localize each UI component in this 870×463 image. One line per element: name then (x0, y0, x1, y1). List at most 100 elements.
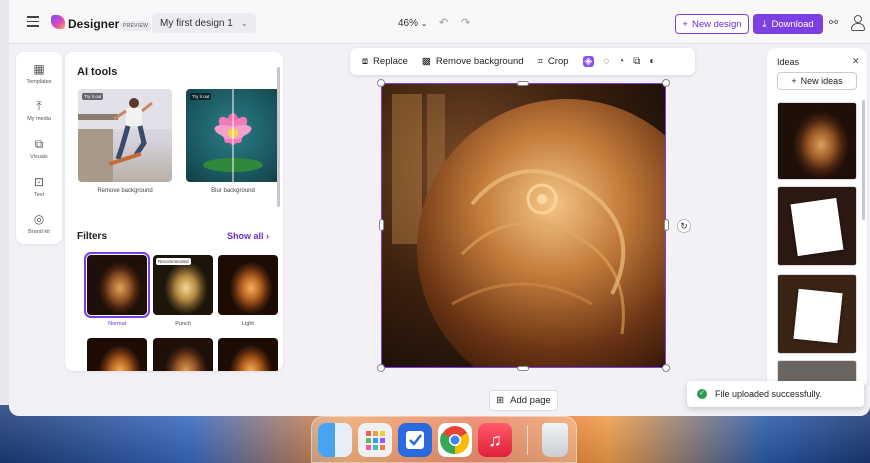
templates-icon: ▦ (33, 62, 45, 76)
resize-handle[interactable] (662, 364, 670, 372)
effects-icon[interactable]: ◈ (582, 56, 595, 67)
trash-icon[interactable] (542, 423, 568, 457)
resize-handle[interactable] (517, 81, 529, 86)
resize-handle[interactable] (664, 219, 669, 231)
brand-kit-icon: ◎ (33, 212, 45, 226)
panel-scrollbar[interactable] (277, 67, 280, 207)
new-ideas-label: New ideas (800, 76, 843, 86)
finder-icon[interactable] (318, 423, 352, 457)
crop-icon: ⌗ (537, 56, 543, 67)
resize-handle[interactable] (662, 79, 670, 87)
left-rail: ▦ Templates ⤒ My media ⧉ Visuals ⊡ Text … (16, 52, 62, 244)
music-icon[interactable]: ♫ (478, 423, 512, 457)
chrome-icon[interactable] (438, 423, 472, 457)
undo-icon[interactable]: ↶ (439, 16, 448, 29)
rail-item-visuals[interactable]: ⧉ Visuals (16, 137, 62, 160)
plus-icon: + (791, 76, 797, 86)
plus-icon: + (682, 18, 688, 30)
music-note-glyph: ♫ (488, 430, 502, 450)
zoom-value: 46% (398, 18, 419, 29)
filter-punch[interactable]: Recommended (153, 255, 213, 315)
text-icon: ⊡ (33, 175, 45, 189)
remove-background-card[interactable]: Try it out (78, 89, 172, 182)
replace-icon: ⧈ (362, 56, 369, 67)
adjust-icon[interactable]: ◔ (618, 56, 624, 67)
launchpad-grid (366, 431, 385, 450)
share-icon[interactable]: ⚯ (829, 16, 838, 29)
lasso-icon[interactable]: ◌ (603, 56, 609, 67)
resize-handle[interactable] (377, 79, 385, 87)
recommended-badge: Recommended (156, 258, 191, 265)
resize-handle[interactable] (517, 366, 529, 371)
crop-label: Crop (547, 56, 569, 67)
add-page-icon: ⊞ (496, 395, 505, 406)
rail-item-my-media[interactable]: ⤒ My media (16, 99, 62, 122)
macos-dock: ♫ (311, 416, 577, 463)
lotus-image (203, 89, 263, 182)
skateboarder-image (78, 89, 172, 182)
blur-background-card[interactable]: Try it out (186, 89, 280, 182)
rail-item-label: Brand kit (28, 229, 50, 235)
rail-item-templates[interactable]: ▦ Templates (16, 62, 62, 85)
filter-thumbnail[interactable] (153, 338, 213, 371)
menu-icon[interactable] (27, 16, 39, 27)
show-all-link[interactable]: Show all › (227, 231, 269, 241)
layers-icon[interactable]: ⧉ (633, 56, 640, 67)
chevron-down-icon: ⌄ (240, 18, 248, 28)
filter-thumbnail[interactable] (218, 338, 278, 371)
replace-label: Replace (373, 56, 408, 67)
resize-handle[interactable] (379, 219, 384, 231)
contrast-icon[interactable]: ◐ (649, 56, 655, 67)
rail-item-label: Visuals (30, 154, 48, 160)
remove-background-label: Remove background (97, 188, 153, 194)
filter-light[interactable] (218, 255, 278, 315)
crop-button[interactable]: ⌗ Crop (538, 56, 569, 67)
designer-window: Designer PREVIEW My first design 1 ⌄ 46%… (9, 0, 870, 416)
remove-background-label: Remove background (435, 56, 524, 67)
design-name-dropdown[interactable]: My first design 1 ⌄ (152, 13, 256, 33)
ideas-title: Ideas (777, 57, 800, 67)
panel-title: AI tools (77, 66, 118, 78)
design-canvas[interactable] (381, 83, 666, 368)
replace-button[interactable]: ⧈ Replace (362, 56, 408, 67)
filter-label: Normal (108, 321, 126, 327)
zoom-dropdown[interactable]: 46% ⌄ (398, 18, 428, 29)
filter-thumbnail[interactable] (87, 338, 147, 371)
new-design-button[interactable]: + New design (675, 14, 749, 34)
launchpad-icon[interactable] (358, 423, 392, 457)
top-bar: Designer PREVIEW My first design 1 ⌄ 46%… (9, 0, 870, 44)
try-it-badge: Try it out (82, 93, 104, 100)
new-design-label: New design (691, 18, 742, 30)
preview-badge: PREVIEW (120, 21, 152, 31)
try-it-badge: Try it out (190, 93, 212, 100)
account-icon[interactable] (851, 15, 865, 31)
resize-handle[interactable] (377, 364, 385, 372)
carved-vase-image (382, 84, 665, 367)
checkbox-glyph (406, 431, 424, 449)
new-ideas-button[interactable]: + New ideas (777, 72, 857, 90)
download-button[interactable]: ⤓ Download (753, 14, 823, 34)
polaroid-frame (793, 288, 843, 344)
ai-tools-panel: AI tools Try it out Remove background Tr… (65, 52, 283, 371)
redo-icon[interactable]: ↷ (461, 16, 470, 29)
toast-message: File uploaded successfully. (715, 389, 822, 399)
idea-thumbnail[interactable] (777, 186, 857, 266)
remove-background-icon: ▩ (421, 56, 431, 67)
remove-background-button[interactable]: ▩ Remove background (422, 56, 524, 67)
close-icon[interactable]: ✕ (852, 56, 860, 67)
filter-normal[interactable] (84, 252, 150, 318)
add-page-button[interactable]: ⊞ Add page (489, 390, 558, 411)
idea-thumbnail[interactable] (777, 102, 857, 180)
chevron-right-icon: › (266, 231, 270, 241)
rotate-icon[interactable]: ↻ (677, 219, 691, 233)
blur-background-label: Blur background (211, 188, 255, 194)
designer-logo-icon (51, 15, 65, 29)
filters-title: Filters (77, 231, 108, 242)
download-icon: ⤓ (762, 18, 767, 30)
rail-item-text[interactable]: ⊡ Text (16, 175, 62, 198)
rail-item-brand-kit[interactable]: ◎ Brand kit (16, 212, 62, 235)
idea-thumbnail[interactable] (777, 274, 857, 354)
ideas-scrollbar[interactable] (862, 100, 865, 220)
tasks-app-icon[interactable] (398, 423, 432, 457)
show-all-label: Show all (227, 231, 264, 241)
